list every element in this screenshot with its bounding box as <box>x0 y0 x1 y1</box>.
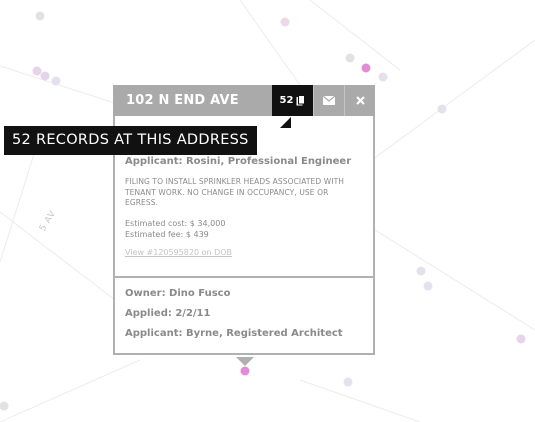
street-line <box>371 39 535 161</box>
street-line <box>0 359 141 422</box>
email-button[interactable] <box>313 85 344 116</box>
map-marker <box>51 76 61 86</box>
map-marker <box>345 53 355 63</box>
view-on-dob-link[interactable]: View #120595820 on DOB <box>125 248 363 257</box>
selected-map-marker <box>240 366 250 376</box>
street-line <box>299 379 421 422</box>
record-estimated-cost: Estimated cost: $ 34,000 <box>125 218 226 228</box>
address-title: 102 N END AVE <box>126 93 239 108</box>
close-button[interactable] <box>344 85 375 116</box>
street-line <box>309 0 401 71</box>
records-count-button[interactable]: 52 <box>272 85 313 116</box>
street-line <box>239 0 301 86</box>
close-icon <box>355 96 365 105</box>
map-marker <box>32 66 42 76</box>
map-marker <box>423 281 433 291</box>
map-marker <box>343 377 353 387</box>
street-line <box>0 211 116 301</box>
map-marker <box>280 17 290 27</box>
street-line <box>374 229 535 331</box>
map-marker <box>378 72 388 82</box>
map-marker <box>437 104 447 114</box>
map-marker <box>40 71 50 81</box>
record-applied: Applied: 2/2/11 <box>125 308 211 319</box>
map-marker <box>416 266 426 276</box>
record-owner: Owner: Dino Fusco <box>125 288 231 299</box>
copy-icon <box>296 95 306 106</box>
street-line <box>0 65 131 109</box>
map-marker <box>516 334 526 344</box>
map-marker <box>35 11 45 21</box>
records-tooltip: 52 RECORDS AT THIS ADDRESS <box>4 126 257 155</box>
envelope-icon <box>323 96 335 105</box>
record-estimated-fee: Estimated fee: $ 439 <box>125 229 209 239</box>
record-applicant: Applicant: Rosini, Professional Engineer <box>125 156 352 167</box>
record-description: FILING TO INSTALL SPRINKLER HEADS ASSOCI… <box>125 177 345 207</box>
popup-pointer <box>236 357 254 366</box>
record-item: Owner: Dino Fusco Applied: 2/2/11 Applic… <box>115 276 373 353</box>
tooltip-arrow <box>280 117 291 128</box>
map-marker <box>361 63 371 73</box>
record-applicant: Applicant: Byrne, Registered Architect <box>125 328 343 339</box>
map-marker <box>0 401 9 411</box>
popup-header: 102 N END AVE 52 <box>113 85 375 116</box>
records-count: 52 <box>279 95 294 106</box>
